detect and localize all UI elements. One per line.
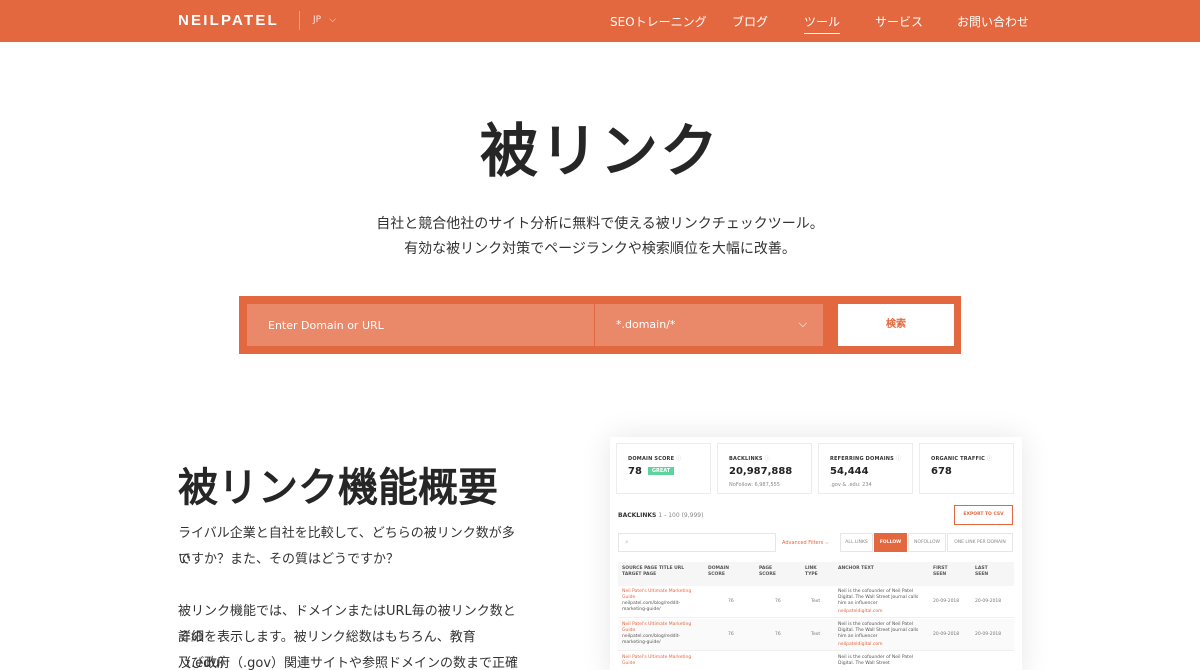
search-mode-select[interactable]: *.domain/* ⌵: [595, 304, 823, 346]
nav-contact[interactable]: お問い合わせ: [957, 13, 1029, 30]
row-source-title[interactable]: Neil Patel's Ultimate Marketing Guide: [622, 589, 702, 601]
nav-blog[interactable]: ブログ: [732, 13, 768, 30]
metric-value: 78: [628, 466, 642, 477]
row-source-url: neilpatel.com/blog/reddit-marketing-guid…: [622, 601, 681, 612]
logo-divider: [299, 11, 300, 30]
col-anchor-text[interactable]: ANCHOR TEXT: [838, 566, 874, 572]
metric-label: DOMAIN SCORE: [628, 456, 675, 462]
row-page-score: 76: [775, 599, 781, 604]
col-domain-score[interactable]: DOMAIN SCORE: [708, 566, 734, 578]
table-row[interactable]: Neil Patel's Ultimate Marketing Guide ne…: [618, 619, 1014, 651]
top-nav-bar: NEILPATEL JP ⌵ SEOトレーニング ブログ ツール サービス お問い…: [0, 0, 1200, 42]
nav-seo-training[interactable]: SEOトレーニング: [610, 13, 707, 30]
table-search-input[interactable]: ⌕: [618, 533, 776, 552]
row-domain-score: 76: [728, 632, 734, 637]
col-first-seen[interactable]: FIRST SEEN: [933, 566, 951, 578]
table-row[interactable]: Neil Patel's Ultimate Marketing Guide Ne…: [618, 652, 1014, 670]
page-title: 被リンク: [479, 117, 720, 185]
info-icon: ⓘ: [895, 456, 902, 462]
metric-sub: NoFollow: 6,987,555: [729, 482, 780, 488]
hero-subtitle-line2: 有効な被リンク対策でページランクや検索順位を大幅に改善。: [404, 241, 796, 257]
metric-label: REFERRING DOMAINS: [830, 456, 894, 462]
row-first-seen: 20-09-2018: [933, 599, 960, 604]
search-bar: *.domain/* ⌵ 検索: [239, 296, 961, 354]
hero-subtitle-line1: 自社と競合他社のサイト分析に無料で使える被リンクチェックツール。: [376, 216, 824, 232]
nav-services[interactable]: サービス: [875, 13, 923, 30]
features-paragraph-2-line3: 及び政府（.gov）関連サイトや参照ドメインの数まで正確に: [178, 656, 519, 670]
row-first-seen: 20-09-2018: [933, 632, 960, 637]
row-page-score: 76: [775, 632, 781, 637]
row-last-seen: 20-09-2018: [975, 632, 1002, 637]
search-mode-value: *.domain/*: [616, 318, 676, 331]
metric-label: ORGANIC TRAFFIC: [931, 456, 986, 462]
metric-sub: .gov & .edu: 234: [830, 482, 872, 488]
metric-card-organic-traffic: ORGANIC TRAFFIC ⓘ 678: [919, 443, 1014, 494]
row-anchor-link[interactable]: neilpateldigital.com: [838, 642, 883, 648]
row-source-title[interactable]: Neil Patel's Ultimate Marketing Guide: [622, 655, 702, 667]
metric-value: 20,987,888: [729, 466, 793, 477]
table-header: SOURCE PAGE TITLE URL TARGET PAGE DOMAIN …: [618, 562, 1014, 586]
nav-tools[interactable]: ツール: [804, 13, 841, 34]
row-anchor-text: Neil is the cofounder of Neil Patel Digi…: [838, 622, 919, 639]
col-source-page[interactable]: SOURCE PAGE TITLE URL TARGET PAGE: [622, 566, 684, 578]
row-last-seen: 20-09-2018: [975, 599, 1002, 604]
table-row[interactable]: Neil Patel's Ultimate Marketing Guide ne…: [618, 586, 1014, 618]
search-icon: ⌕: [625, 538, 629, 546]
features-title: 被リンク機能概要: [178, 465, 498, 511]
language-label: JP: [313, 15, 322, 25]
advanced-filters-toggle[interactable]: Advanced Filters ⌵: [782, 540, 829, 546]
chevron-down-icon: ⌵: [798, 317, 807, 330]
domain-url-input[interactable]: [247, 304, 594, 346]
tab-all-links[interactable]: ALL LINKS: [840, 533, 873, 552]
logo[interactable]: NEILPATEL: [178, 12, 279, 29]
metric-card-backlinks: BACKLINKS ⓘ 20,987,888 NoFollow: 6,987,55…: [717, 443, 812, 494]
language-selector[interactable]: JP ⌵: [313, 15, 336, 25]
col-last-seen[interactable]: LAST SEEN: [975, 566, 993, 578]
chevron-down-icon: ⌵: [824, 540, 829, 546]
tab-follow[interactable]: FOLLOW: [874, 533, 907, 552]
tab-one-link-per-domain[interactable]: ONE LINK PER DOMAIN: [947, 533, 1013, 552]
backlinks-range: 1 - 100 (9,999): [658, 512, 704, 519]
row-domain-score: 76: [728, 599, 734, 604]
info-icon: ⓘ: [676, 456, 682, 462]
row-link-type: Text: [811, 599, 821, 604]
col-target-label: TARGET PAGE: [622, 572, 657, 577]
col-source-label: SOURCE PAGE TITLE URL: [622, 566, 685, 571]
metric-card-domain-score: DOMAIN SCORE ⓘ 78 GREAT: [616, 443, 711, 494]
metric-card-referring-domains: REFERRING DOMAINS ⓘ 54,444 .gov & .edu: 2…: [818, 443, 913, 494]
chevron-down-icon: ⌵: [329, 15, 336, 25]
col-link-type[interactable]: LINK TYPE: [805, 566, 821, 578]
row-link-type: Text: [811, 632, 821, 637]
backlinks-title: BACKLINKS: [618, 512, 657, 519]
info-icon: ⓘ: [987, 456, 993, 462]
row-anchor-text: Neil is the cofounder of Neil Patel Digi…: [838, 589, 919, 606]
metric-value: 54,444: [830, 466, 869, 477]
row-source-url: neilpatel.com/blog/reddit-marketing-guid…: [622, 634, 681, 645]
features-paragraph-1-line2: ですか？また、その質はどうですか？: [178, 552, 400, 567]
row-source-title[interactable]: Neil Patel's Ultimate Marketing Guide: [622, 622, 702, 634]
advanced-filters-label: Advanced Filters: [782, 540, 824, 546]
backlinks-dashboard-preview: DOMAIN SCORE ⓘ 78 GREAT BACKLINKS ⓘ 20,987,…: [610, 437, 1022, 670]
search-button[interactable]: 検索: [838, 304, 954, 346]
metric-value: 678: [931, 466, 952, 477]
metric-label: BACKLINKS: [729, 456, 763, 462]
info-icon: ⓘ: [764, 456, 770, 462]
row-anchor-text: Neil is the cofounder of Neil Patel Digi…: [838, 655, 913, 666]
row-anchor-link[interactable]: neilpateldigital.com: [838, 609, 883, 615]
tab-nofollow[interactable]: NOFOLLOW: [908, 533, 946, 552]
score-badge: GREAT: [647, 467, 675, 475]
export-csv-button[interactable]: EXPORT TO CSV: [954, 505, 1013, 525]
col-page-score[interactable]: PAGE SCORE: [759, 566, 781, 578]
backlinks-heading: BACKLINKS 1 - 100 (9,999): [618, 512, 703, 519]
